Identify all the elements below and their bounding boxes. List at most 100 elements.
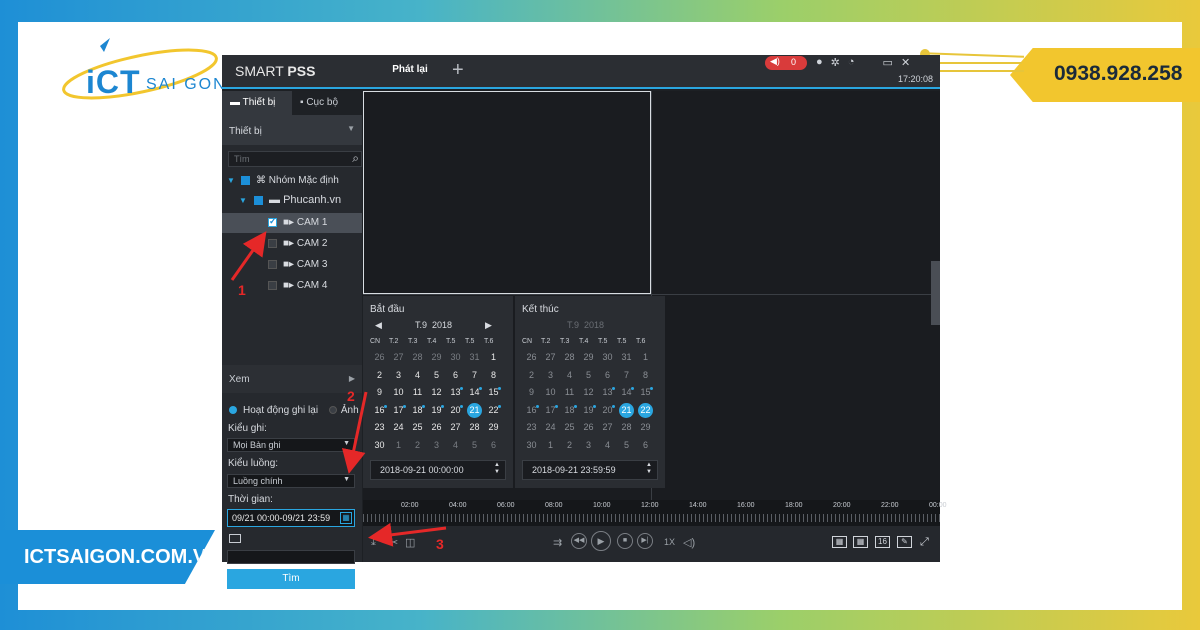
expand-icon[interactable]: ▼ [227,176,235,185]
sync-icon[interactable]: ⇉ [553,536,562,549]
calendar-day[interactable]: 30 [522,437,541,455]
calendar-day[interactable]: 27 [446,419,465,437]
start-day-grid[interactable]: 26 27 28 29 30 31 1 2 3 4 5 6 7 8 9 10 11 12 13 14 15 16 17 18 1… [370,349,510,454]
calendar-day[interactable]: 17 [389,402,408,420]
tree-cam[interactable]: ■▸ CAM 1 [222,213,362,233]
prev-month-icon[interactable]: ◀ [375,320,382,331]
calendar-day[interactable]: 22 [638,402,653,418]
layout-9-icon[interactable]: ▦ [853,536,868,548]
clip-icon[interactable]: ✂ [389,536,398,549]
calendar-day[interactable]: 2 [560,437,579,455]
side-collapse-handle[interactable] [931,261,940,325]
calendar-day[interactable]: 1 [636,349,655,367]
calendar-day[interactable]: 6 [484,437,503,455]
calendar-day[interactable]: 17 [541,402,560,420]
calendar-day[interactable]: 29 [484,419,503,437]
calendar-day[interactable]: 15 [636,384,655,402]
cam-checkbox[interactable] [268,216,277,227]
calendar-day[interactable]: 31 [617,349,636,367]
calendar-day[interactable]: 6 [446,367,465,385]
cam-checkbox[interactable] [268,239,277,248]
calendar-day[interactable]: 27 [598,419,617,437]
calendar-day[interactable]: 28 [617,419,636,437]
calendar-day[interactable]: 7 [617,367,636,385]
tab-devices[interactable]: ▬ Thiết bị [222,91,292,115]
calendar-day[interactable]: 26 [427,419,446,437]
calendar-day[interactable]: 12 [579,384,598,402]
video-pane-selected[interactable] [363,91,651,294]
calendar-day[interactable]: 25 [560,419,579,437]
volume-icon[interactable]: ◁) [683,536,695,549]
calendar-day[interactable]: 21 [467,402,482,418]
calendar-day[interactable]: 6 [636,437,655,455]
calendar-day[interactable]: 23 [370,419,389,437]
spinner-icon[interactable]: ▲ ▼ [646,462,652,476]
layout-4-icon[interactable]: ▦ [832,536,847,548]
calendar-icon[interactable]: ▦ [340,512,352,524]
calendar-day[interactable]: 27 [541,349,560,367]
edit-icon[interactable]: ✎ [897,536,912,548]
group-checkbox[interactable] [241,176,250,185]
cam-checkbox[interactable] [268,281,277,290]
calendar-day[interactable]: 15 [484,384,503,402]
calendar-day[interactable]: 5 [579,367,598,385]
calendar-day[interactable]: 13 [446,384,465,402]
calendar-day[interactable]: 7 [465,367,484,385]
calendar-day[interactable]: 16 [522,402,541,420]
calendar-day[interactable]: 10 [541,384,560,402]
calendar-day[interactable]: 23 [522,419,541,437]
stream-type-select[interactable]: Luồng chính ▼ [227,474,355,488]
tree-device[interactable]: ▼ ▬ Phucanh.vn [222,191,362,211]
calendar-day[interactable]: 5 [617,437,636,455]
calendar-day[interactable]: 1 [484,349,503,367]
calendar-day[interactable]: 27 [389,349,408,367]
fullscreen-icon[interactable]: ⤢ [920,536,929,549]
calendar-day[interactable]: 19 [427,402,446,420]
time-range-input[interactable]: 09/21 00:00-09/21 23:59 ▦ [227,509,355,527]
start-datetime-input[interactable]: 2018-09-21 00:00:00 ▲ ▼ [370,460,506,480]
calendar-day[interactable]: 3 [389,367,408,385]
calendar-day[interactable]: 9 [370,384,389,402]
calendar-day[interactable]: 1 [541,437,560,455]
device-section-header[interactable]: Thiết bị ▼ [222,115,362,145]
calendar-day[interactable]: 30 [598,349,617,367]
tree-cam[interactable]: ■▸ CAM 2 [222,234,362,254]
end-datetime-input[interactable]: 2018-09-21 23:59:59 ▲ ▼ [522,460,658,480]
card-icon[interactable] [229,534,241,543]
extra-input[interactable] [227,550,355,564]
calendar-day[interactable]: 5 [427,367,446,385]
calendar-day[interactable]: 29 [579,349,598,367]
add-tab-button[interactable]: + [452,59,464,82]
calendar-day[interactable]: 30 [370,437,389,455]
calendar-day[interactable]: 3 [427,437,446,455]
calendar-day[interactable]: 6 [598,367,617,385]
calendar-day[interactable]: 14 [465,384,484,402]
calendar-day[interactable]: 8 [484,367,503,385]
calendar-day[interactable]: 21 [619,402,634,418]
record-type-select[interactable]: Mọi Bản ghi ▼ [227,438,355,452]
search-input[interactable]: Tìm ⌕ [228,151,362,167]
stop-icon[interactable]: ■ [617,533,633,549]
rewind-icon[interactable]: ◀◀ [571,533,587,549]
calendar-day[interactable]: 29 [427,349,446,367]
calendar-day[interactable]: 28 [465,419,484,437]
close-icon[interactable]: ✕ [901,56,910,69]
calendar-day[interactable]: 4 [408,367,427,385]
view-section-header[interactable]: Xem ▶ [222,365,362,393]
calendar-day[interactable]: 11 [560,384,579,402]
calendar-day[interactable]: 20 [446,402,465,420]
user-icon[interactable]: ● [816,56,823,69]
layout-16-icon[interactable]: 16 [875,536,890,548]
device-checkbox[interactable] [254,196,263,205]
cam-checkbox[interactable] [268,260,277,269]
calendar-day[interactable]: 24 [541,419,560,437]
image-radio[interactable] [328,406,337,415]
calendar-day[interactable]: 11 [408,384,427,402]
calendar-day[interactable]: 31 [465,349,484,367]
calendar-day[interactable]: 26 [522,349,541,367]
speed-label[interactable]: 1X [664,537,675,547]
next-frame-icon[interactable]: ▶| [637,533,653,549]
timeline-ruler[interactable] [363,514,940,522]
calendar-day[interactable]: 26 [370,349,389,367]
record-radio[interactable] [229,406,237,415]
